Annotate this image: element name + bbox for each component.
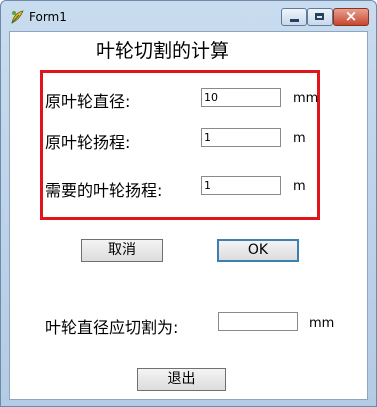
title-bar[interactable]: Form1 × xyxy=(1,1,376,31)
original-head-label: 原叶轮扬程: xyxy=(45,133,131,152)
maximize-button[interactable] xyxy=(307,8,333,26)
required-head-unit: m xyxy=(293,179,306,194)
original-head-input[interactable]: 1 xyxy=(201,128,281,147)
original-diameter-label: 原叶轮直径: xyxy=(45,92,131,111)
main-window: Form1 × 叶轮切割的计算 原叶轮直径: 10 mm 原叶轮扬程: 1 m … xyxy=(0,0,377,407)
required-head-label: 需要的叶轮扬程: xyxy=(45,181,163,200)
original-diameter-unit: mm xyxy=(293,91,319,106)
form-client-area: 叶轮切割的计算 原叶轮直径: 10 mm 原叶轮扬程: 1 m 需要的叶轮扬程:… xyxy=(9,31,368,400)
minimize-button[interactable] xyxy=(281,8,307,26)
result-label: 叶轮直径应切割为: xyxy=(45,318,179,337)
result-unit: mm xyxy=(309,316,335,331)
leaf-app-icon xyxy=(11,10,24,24)
original-head-unit: m xyxy=(293,131,306,146)
ok-button[interactable]: OK xyxy=(217,239,299,262)
page-title: 叶轮切割的计算 xyxy=(96,40,230,62)
window-title: Form1 xyxy=(29,10,67,24)
close-button[interactable]: × xyxy=(333,7,369,26)
close-icon: × xyxy=(344,7,358,25)
exit-button[interactable]: 退出 xyxy=(137,368,226,391)
result-output[interactable] xyxy=(218,312,298,331)
cancel-button[interactable]: 取消 xyxy=(81,239,163,262)
original-diameter-input[interactable]: 10 xyxy=(201,88,281,107)
required-head-input[interactable]: 1 xyxy=(201,176,281,195)
